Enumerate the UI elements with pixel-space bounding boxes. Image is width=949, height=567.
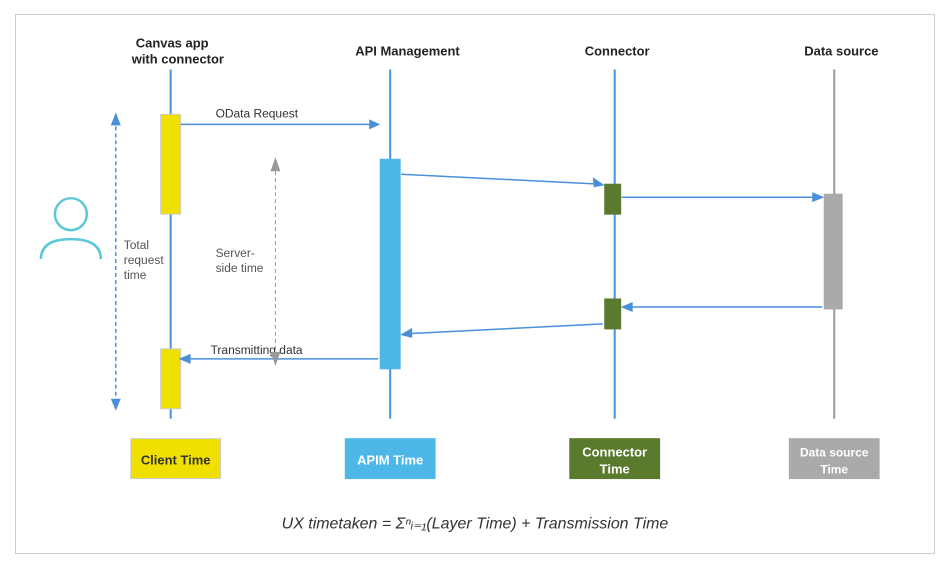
legend-client-label: Client Time [140,452,210,467]
server-time-arrow-up [270,157,280,171]
arrow-transmit-head [178,353,190,363]
formula-text: UX timetaken = Σⁿᵢ₌₁(Layer Time) + Trans… [281,515,668,532]
person-head [54,198,86,230]
legend-connector-label2: Time [599,461,629,476]
arrow-ds-connector-head [620,301,632,311]
legend-datasource-label2: Time [820,462,848,476]
svg-text:side time: side time [215,261,263,275]
actor-label-canvas2: with connector [130,51,223,66]
total-time-arrow-up [110,112,120,125]
arrow-apim-connector [401,174,602,184]
legend-apim-label: APIM Time [357,452,423,467]
activation-datasource [824,194,842,309]
legend-apim-box [345,438,435,478]
arrow-connector-apim [403,323,603,333]
svg-text:request: request [123,253,164,267]
arrow-connector-ds-head [812,192,824,202]
server-time-arrow-down [270,351,280,365]
diagram-svg: Canvas app with connector API Management… [16,15,934,553]
arrow-connector-apim-head [400,327,412,337]
activation-connector-send [604,184,620,214]
activation-connector-receive [604,298,620,328]
legend-datasource-label1: Data source [799,445,868,459]
total-request-label: Total [123,238,148,252]
server-side-label: Server- [215,246,254,260]
legend-datasource-box [789,438,879,478]
actor-label-apim: API Management [355,43,460,58]
legend-connector-box [569,438,659,478]
actor-label-connector: Connector [584,43,649,58]
svg-text:time: time [123,268,146,282]
arrow-apim-connector-head [592,177,604,187]
activation-canvas-send [160,114,180,214]
actor-label-canvas: Canvas app [135,35,208,50]
legend-connector-label1: Connector [582,444,647,459]
activation-canvas-receive [160,348,180,408]
person-body [40,239,100,259]
arrow-odata-head [369,119,380,129]
activation-apim [380,159,400,369]
label-transmit: Transmitting data [210,342,302,356]
label-odata: OData Request [215,106,298,120]
total-time-arrow-down [110,398,120,410]
legend-client-box [130,438,220,478]
diagram-container: Canvas app with connector API Management… [15,14,935,554]
actor-label-datasource: Data source [804,43,878,58]
